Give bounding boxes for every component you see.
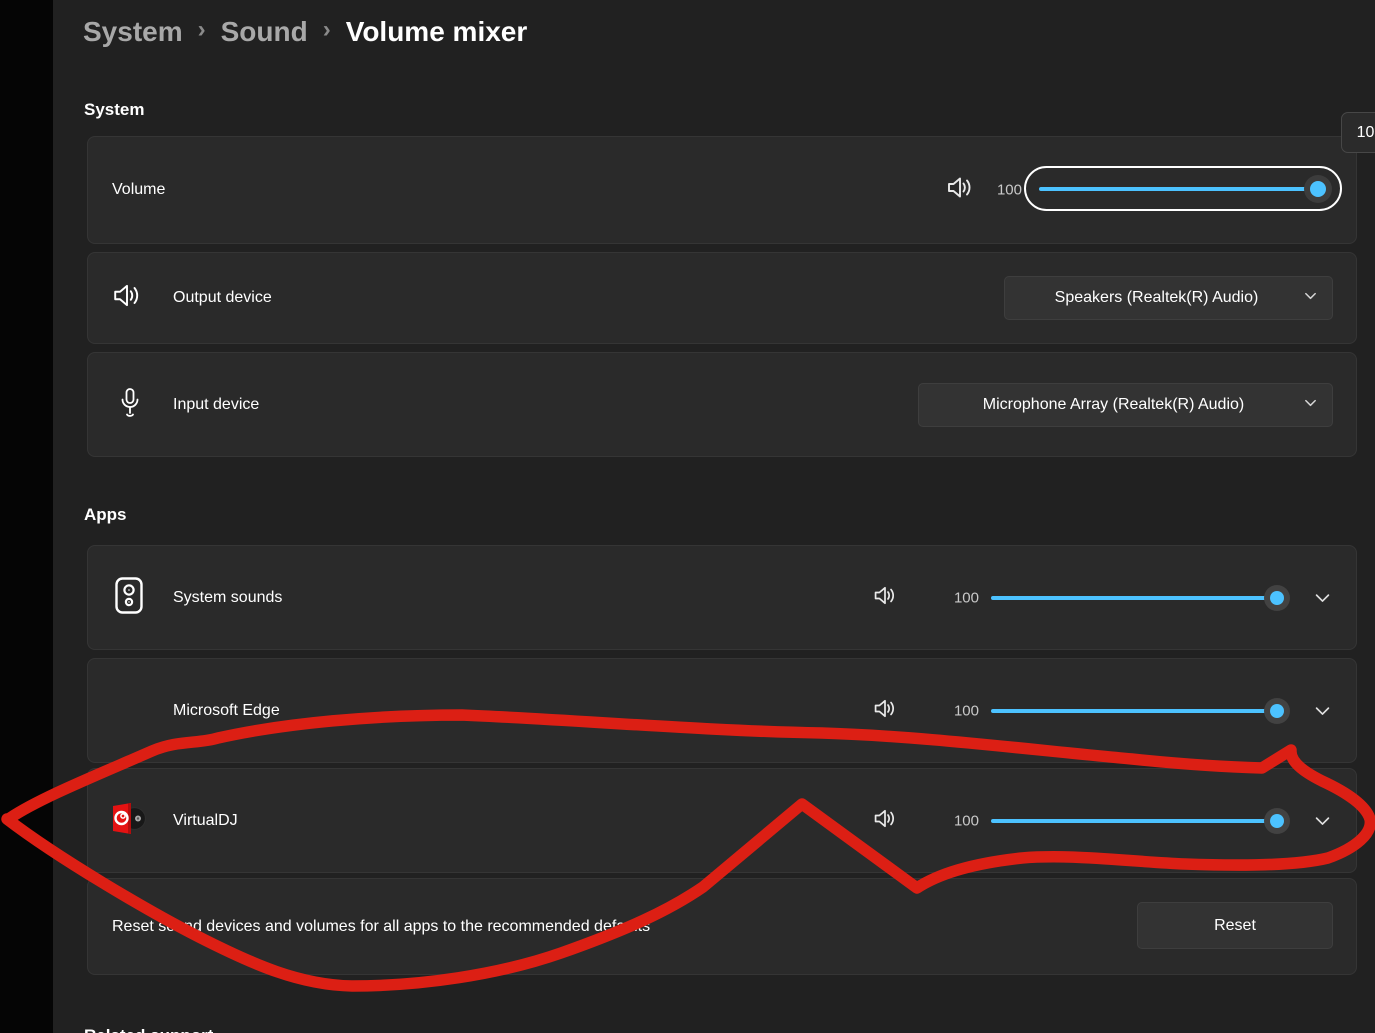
app-volume-value: 100 bbox=[945, 589, 979, 606]
section-header-apps: Apps bbox=[84, 505, 127, 525]
expand-chevron-icon[interactable] bbox=[1309, 698, 1335, 724]
clipped-bottom-heading: Related support bbox=[84, 1026, 213, 1033]
output-device-row: Output device Speakers (Realtek(R) Audio… bbox=[87, 252, 1357, 344]
app-name: System sounds bbox=[173, 589, 282, 607]
volume-slider[interactable] bbox=[1024, 166, 1342, 211]
breadcrumb-system[interactable]: System bbox=[83, 16, 183, 48]
volume-label: Volume bbox=[112, 181, 165, 199]
app-row-system-sounds: System sounds 100 bbox=[87, 545, 1357, 650]
reset-row: Reset sound devices and volumes for all … bbox=[87, 878, 1357, 975]
speaker-icon bbox=[946, 176, 974, 205]
app-volume-slider[interactable] bbox=[991, 709, 1286, 713]
app-name: VirtualDJ bbox=[173, 812, 238, 830]
left-black-strip bbox=[0, 0, 53, 1033]
output-device-label: Output device bbox=[173, 289, 272, 307]
reset-description: Reset sound devices and volumes for all … bbox=[112, 918, 650, 936]
volume-slider-thumb[interactable] bbox=[1304, 175, 1332, 203]
breadcrumb: System › Sound › Volume mixer bbox=[83, 16, 527, 48]
volume-slider-track[interactable] bbox=[1039, 187, 1327, 191]
breadcrumb-sound[interactable]: Sound bbox=[221, 16, 308, 48]
output-device-value: Speakers (Realtek(R) Audio) bbox=[1055, 289, 1259, 307]
chevron-down-icon bbox=[1303, 395, 1318, 415]
breadcrumb-separator-icon: › bbox=[183, 16, 221, 44]
input-device-value: Microphone Array (Realtek(R) Audio) bbox=[983, 396, 1244, 414]
app-volume-value: 100 bbox=[945, 812, 979, 829]
app-volume-value: 100 bbox=[945, 702, 979, 719]
expand-chevron-icon[interactable] bbox=[1309, 585, 1335, 611]
virtualdj-icon bbox=[111, 801, 146, 841]
app-volume-slider-thumb[interactable] bbox=[1264, 698, 1290, 724]
app-row-virtualdj: VirtualDJ 100 bbox=[87, 768, 1357, 873]
app-volume-slider[interactable] bbox=[991, 819, 1286, 823]
microphone-icon bbox=[118, 387, 142, 423]
settings-page: System › Sound › Volume mixer System Vol… bbox=[53, 0, 1375, 1033]
app-row-microsoft-edge: Microsoft Edge 100 bbox=[87, 658, 1357, 763]
speaker-icon[interactable] bbox=[873, 585, 897, 611]
system-sounds-icon bbox=[115, 577, 143, 619]
output-device-dropdown[interactable]: Speakers (Realtek(R) Audio) bbox=[1004, 276, 1333, 320]
app-volume-slider-thumb[interactable] bbox=[1264, 808, 1290, 834]
chevron-down-icon bbox=[1303, 288, 1318, 308]
breadcrumb-separator-icon: › bbox=[308, 16, 346, 44]
page-title: Volume mixer bbox=[346, 16, 528, 48]
input-device-label: Input device bbox=[173, 396, 259, 414]
speaker-icon bbox=[112, 283, 142, 314]
speaker-icon[interactable] bbox=[873, 808, 897, 834]
volume-value: 100 bbox=[988, 182, 1022, 199]
expand-chevron-icon[interactable] bbox=[1309, 808, 1335, 834]
app-volume-slider-thumb[interactable] bbox=[1264, 585, 1290, 611]
section-header-system: System bbox=[84, 100, 144, 120]
app-name: Microsoft Edge bbox=[173, 702, 280, 720]
input-device-row: Input device Microphone Array (Realtek(R… bbox=[87, 352, 1357, 457]
input-device-dropdown[interactable]: Microphone Array (Realtek(R) Audio) bbox=[918, 383, 1333, 427]
speaker-icon[interactable] bbox=[873, 698, 897, 724]
reset-button[interactable]: Reset bbox=[1137, 902, 1333, 949]
volume-row: Volume 100 bbox=[87, 136, 1357, 244]
volume-tooltip: 100 bbox=[1341, 112, 1375, 153]
app-volume-slider[interactable] bbox=[991, 596, 1286, 600]
